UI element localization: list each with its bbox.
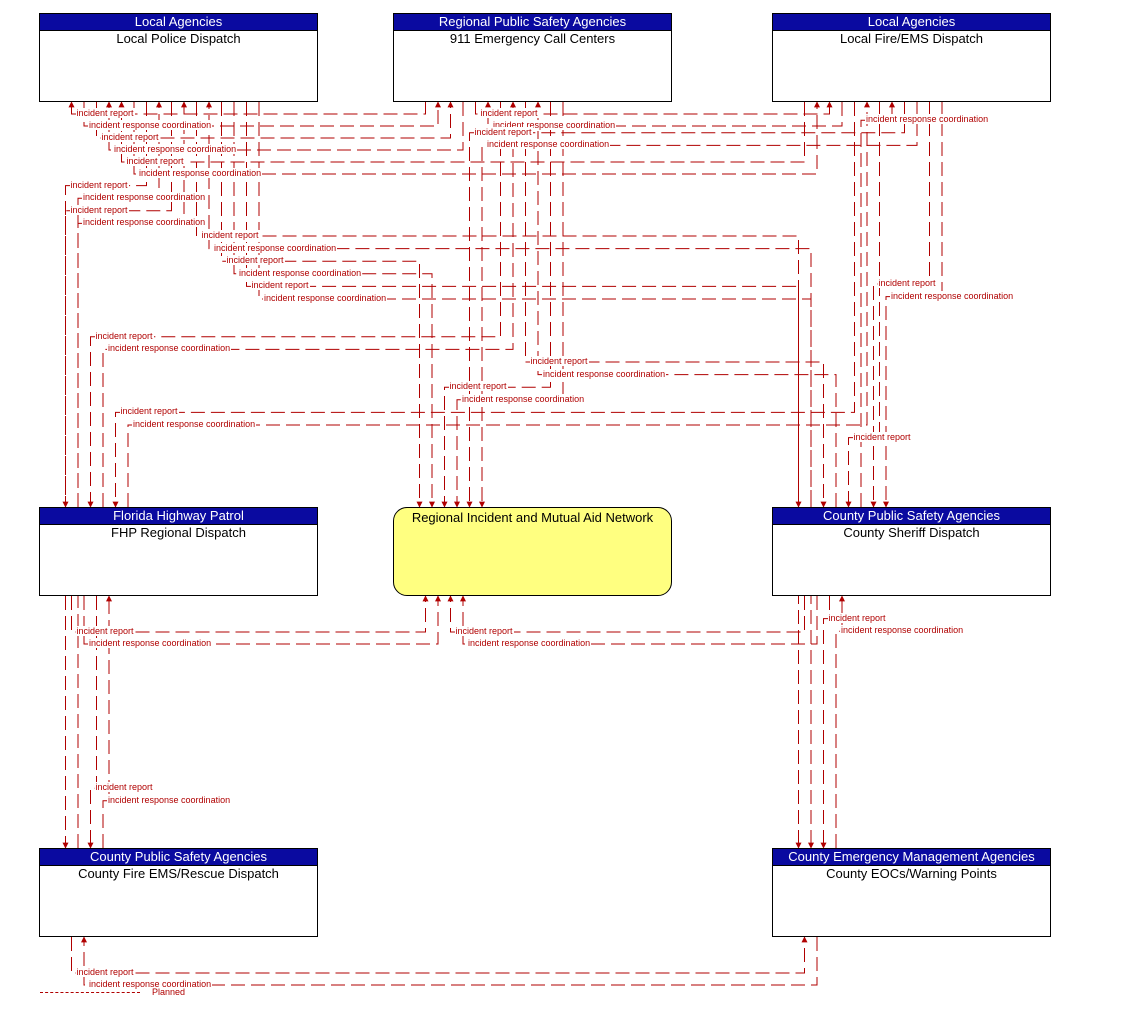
- node-fhp-regional-dispatch[interactable]: Florida Highway Patrol FHP Regional Disp…: [39, 507, 318, 596]
- flow-label: incident response coordination: [238, 267, 363, 278]
- node-name: Local Police Dispatch: [116, 31, 241, 46]
- node-county-eocs-warning-points[interactable]: County Emergency Management Agencies Cou…: [772, 848, 1051, 937]
- flow-label: incident report: [473, 126, 533, 137]
- node-name: 911 Emergency Call Centers: [449, 31, 616, 46]
- node-category: County Public Safety Agencies: [773, 508, 1050, 525]
- node-name: County EOCs/Warning Points: [826, 866, 997, 881]
- flow-line[interactable]: [246, 102, 802, 849]
- node-regional-incident-mutual-aid-network[interactable]: Regional Incident and Mutual Aid Network: [393, 507, 672, 596]
- legend-planned-line: [40, 992, 140, 993]
- flow-line[interactable]: [479, 102, 918, 508]
- node-911-emergency-call-centers[interactable]: Regional Public Safety Agencies 911 Emer…: [393, 13, 672, 102]
- flow-label: incident report: [75, 626, 135, 636]
- flow-label: incident response coordination: [486, 139, 611, 150]
- flow-label: incident response coordination: [542, 368, 667, 379]
- flow-label: incident response coordination: [82, 192, 207, 203]
- flow-label: incident response coordination: [132, 419, 257, 429]
- flow-line[interactable]: [233, 102, 435, 508]
- flow-label: incident report: [479, 108, 539, 118]
- legend-planned-label: Planned: [152, 987, 186, 997]
- flow-label: incident response coordination: [865, 114, 990, 125]
- flow-label: incident report: [119, 406, 179, 417]
- flow-line[interactable]: [196, 102, 802, 508]
- flow-label: incident response coordination: [840, 625, 965, 636]
- flow-label: incident report: [69, 204, 129, 215]
- flow-line[interactable]: [845, 102, 880, 508]
- flow-label: incident report: [100, 132, 160, 142]
- flow-label: incident response coordination: [88, 120, 213, 130]
- node-name: Local Fire/EMS Dispatch: [839, 31, 984, 46]
- flow-label: incident response coordination: [263, 293, 388, 303]
- flow-label: incident response coordination: [467, 638, 592, 648]
- flow-label: incident response coordination: [213, 242, 338, 253]
- flow-line[interactable]: [71, 936, 808, 974]
- flow-line[interactable]: [83, 595, 441, 645]
- flow-label: incident report: [225, 255, 285, 266]
- flow-label: incident response coordination: [890, 290, 1015, 301]
- node-category: County Public Safety Agencies: [40, 849, 317, 866]
- flow-line[interactable]: [221, 102, 423, 508]
- flow-label: incident report: [75, 967, 135, 977]
- flow-label: incident report: [75, 108, 135, 118]
- node-county-sheriff-dispatch[interactable]: County Public Safety Agencies County She…: [772, 507, 1051, 596]
- flow-label: incident report: [827, 612, 887, 623]
- flow-line[interactable]: [870, 102, 930, 508]
- node-name: FHP Regional Dispatch: [111, 525, 246, 540]
- node-category: Local Agencies: [773, 14, 1050, 31]
- flow-label: incident report: [125, 156, 185, 166]
- flow-label: incident response coordination: [82, 217, 207, 228]
- flow-line[interactable]: [883, 102, 943, 508]
- node-local-fire-ems-dispatch[interactable]: Local Agencies Local Fire/EMS Dispatch: [772, 13, 1051, 102]
- flow-label: incident report: [529, 356, 589, 366]
- flow-label: incident response coordination: [107, 794, 232, 805]
- flow-label: incident response coordination: [88, 979, 213, 989]
- flow-label: incident report: [877, 278, 937, 288]
- flow-line[interactable]: [466, 102, 905, 508]
- node-name: County Sheriff Dispatch: [843, 525, 980, 540]
- flow-line[interactable]: [860, 101, 895, 507]
- flow-line[interactable]: [454, 102, 564, 508]
- flow-line[interactable]: [206, 101, 812, 507]
- node-county-fire-ems-rescue-dispatch[interactable]: County Public Safety Agencies County Fir…: [39, 848, 318, 937]
- node-name: Regional Incident and Mutual Aid Network: [411, 510, 654, 525]
- flow-label: incident response coordination: [107, 343, 232, 354]
- flow-line[interactable]: [127, 101, 870, 507]
- flow-label: incident report: [69, 179, 129, 190]
- flow-label: incident response coordination: [88, 638, 213, 648]
- flow-line[interactable]: [112, 102, 855, 508]
- flow-label: incident report: [454, 626, 514, 636]
- flow-line[interactable]: [258, 102, 814, 849]
- flow-line[interactable]: [441, 102, 551, 508]
- flow-label: incident report: [250, 280, 310, 291]
- flow-line[interactable]: [525, 102, 827, 508]
- flow-label: incident report: [200, 230, 260, 240]
- flow-label: incident report: [94, 782, 154, 793]
- flow-line[interactable]: [820, 596, 830, 849]
- node-category: County Emergency Management Agencies: [773, 849, 1050, 866]
- flow-label: incident response coordination: [461, 393, 586, 404]
- flow-label: incident report: [448, 381, 508, 392]
- node-name: County Fire EMS/Rescue Dispatch: [78, 866, 279, 881]
- flow-line[interactable]: [535, 101, 837, 507]
- node-local-police-dispatch[interactable]: Local Agencies Local Police Dispatch: [39, 13, 318, 102]
- flow-label: incident response coordination: [138, 168, 263, 178]
- flow-label: incident report: [94, 330, 154, 341]
- flow-line[interactable]: [460, 595, 818, 645]
- flow-line[interactable]: [81, 936, 818, 986]
- node-category: Florida Highway Patrol: [40, 508, 317, 525]
- flow-label: incident response coordination: [113, 144, 238, 154]
- node-category: Regional Public Safety Agencies: [394, 14, 671, 31]
- node-category: Local Agencies: [40, 14, 317, 31]
- flow-label: incident report: [852, 431, 912, 442]
